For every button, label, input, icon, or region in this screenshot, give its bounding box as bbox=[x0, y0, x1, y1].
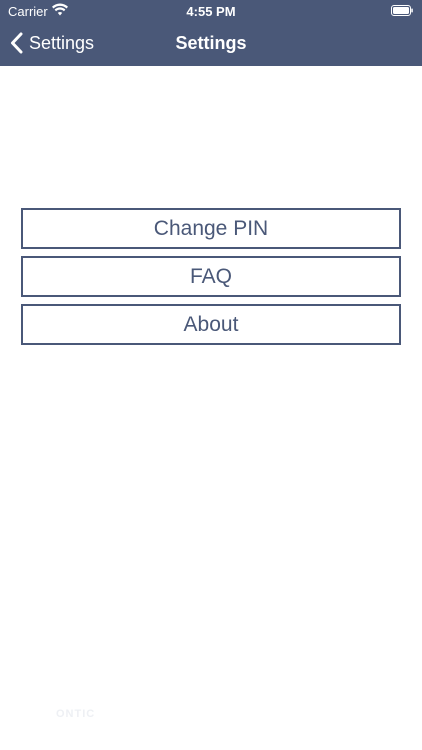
status-bar: Carrier 4:55 PM bbox=[0, 0, 422, 22]
navigation-bar: Settings Settings bbox=[0, 22, 422, 66]
screen: Carrier 4:55 PM Settings Settings Change… bbox=[0, 0, 422, 750]
battery-icon bbox=[391, 5, 413, 16]
status-time: 4:55 PM bbox=[186, 4, 236, 19]
faq-button[interactable]: FAQ bbox=[21, 256, 401, 297]
settings-menu: Change PIN FAQ About bbox=[21, 208, 401, 352]
page-title: Settings bbox=[175, 33, 247, 53]
about-button[interactable]: About bbox=[21, 304, 401, 345]
footer-watermark: ONTIC bbox=[56, 708, 96, 720]
top-bar: Carrier 4:55 PM Settings Settings bbox=[0, 0, 422, 66]
change-pin-button[interactable]: Change PIN bbox=[21, 208, 401, 249]
